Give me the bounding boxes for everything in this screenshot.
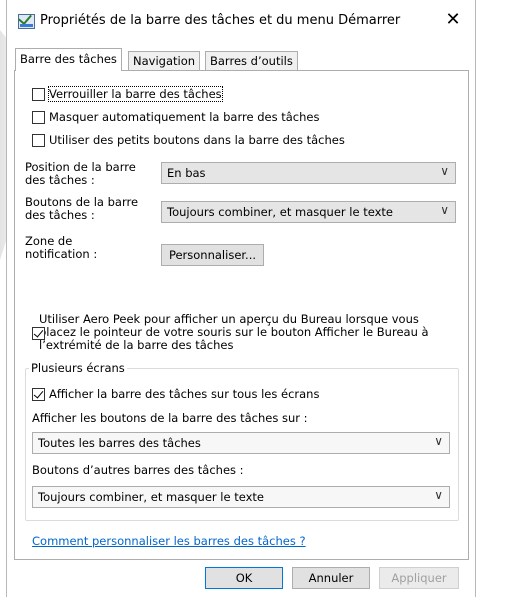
combine-label: Boutons de la barre des tâches :	[25, 196, 138, 222]
other-buttons-label: Boutons d’autres barres des tâches :	[32, 463, 244, 477]
small-buttons-checkbox[interactable]	[32, 133, 45, 147]
taskbar-properties-dialog: Propriétés de la barre des tâches et du …	[6, 0, 476, 597]
position-label-line2: des tâches :	[25, 173, 95, 187]
tab-taskbar[interactable]: Barre des tâches	[15, 48, 122, 71]
position-select[interactable]: En bas ∨	[161, 162, 456, 184]
chevron-down-icon: ∨	[434, 488, 443, 502]
lock-taskbar-label: Verrouiller la barre des tâches	[48, 86, 223, 102]
show-all-screens-option[interactable]: Afficher la barre des tâches sur tous le…	[32, 387, 319, 401]
show-all-screens-label: Afficher la barre des tâches sur tous le…	[49, 387, 320, 401]
tab-panel-taskbar: Verrouiller la barre des tâches Masquer …	[14, 70, 469, 560]
title-bar: Propriétés de la barre des tâches et du …	[7, 0, 475, 40]
show-all-screens-checkbox[interactable]	[32, 387, 45, 401]
chevron-down-icon: ∨	[440, 164, 449, 178]
position-label: Position de la barre des tâches :	[25, 161, 136, 187]
small-buttons-label: Utiliser des petits boutons dans la barr…	[49, 133, 345, 147]
cancel-button[interactable]: Annuler	[292, 567, 370, 589]
other-buttons-value: Toujours combiner, et masquer le texte	[38, 490, 264, 504]
apply-button[interactable]: Appliquer	[379, 567, 459, 589]
close-button[interactable]: ✕	[435, 6, 471, 34]
tab-navigation[interactable]: Navigation	[128, 51, 201, 70]
aero-peek-line3: l’extrémité de la barre des tâches	[39, 338, 234, 352]
lock-taskbar-checkbox[interactable]	[32, 87, 45, 101]
show-buttons-on-value: Toutes les barres des tâches	[38, 436, 201, 450]
close-icon: ✕	[445, 9, 461, 30]
small-buttons-option[interactable]: Utiliser des petits boutons dans la barr…	[32, 133, 345, 147]
autohide-checkbox[interactable]	[32, 110, 45, 124]
aero-peek-text: Utiliser Aero Peek pour afficher un aper…	[39, 313, 449, 352]
chevron-down-icon: ∨	[434, 434, 443, 448]
taskbar-properties-icon	[18, 10, 35, 29]
help-link[interactable]: Comment personnaliser les barres des tâc…	[32, 534, 306, 548]
tab-toolbars[interactable]: Barres d’outils	[205, 51, 298, 70]
show-buttons-on-label: Afficher les boutons de la barre des tâc…	[32, 411, 308, 425]
chevron-down-icon: ∨	[440, 203, 449, 217]
notification-label-line2: notification :	[25, 247, 98, 261]
combine-value: Toujours combiner, et masquer le texte	[167, 205, 393, 219]
multiple-screens-legend: Plusieurs écrans	[29, 361, 127, 375]
aero-peek-checkbox[interactable]	[32, 327, 45, 340]
window-title: Propriétés de la barre des tâches et du …	[40, 13, 401, 28]
lock-taskbar-option[interactable]: Verrouiller la barre des tâches	[32, 86, 223, 102]
customize-notification-button[interactable]: Personnaliser...	[161, 244, 264, 266]
autohide-option[interactable]: Masquer automatiquement la barre des tâc…	[32, 110, 319, 124]
position-value: En bas	[167, 166, 206, 180]
combine-select[interactable]: Toujours combiner, et masquer le texte ∨	[161, 201, 456, 223]
combine-label-line2: des tâches :	[25, 208, 95, 222]
autohide-label: Masquer automatiquement la barre des tâc…	[49, 110, 320, 124]
notification-label: Zone de notification :	[25, 235, 97, 261]
other-buttons-select[interactable]: Toujours combiner, et masquer le texte ∨	[32, 486, 450, 508]
show-buttons-on-select[interactable]: Toutes les barres des tâches ∨	[32, 432, 450, 454]
ok-button[interactable]: OK	[205, 567, 283, 589]
